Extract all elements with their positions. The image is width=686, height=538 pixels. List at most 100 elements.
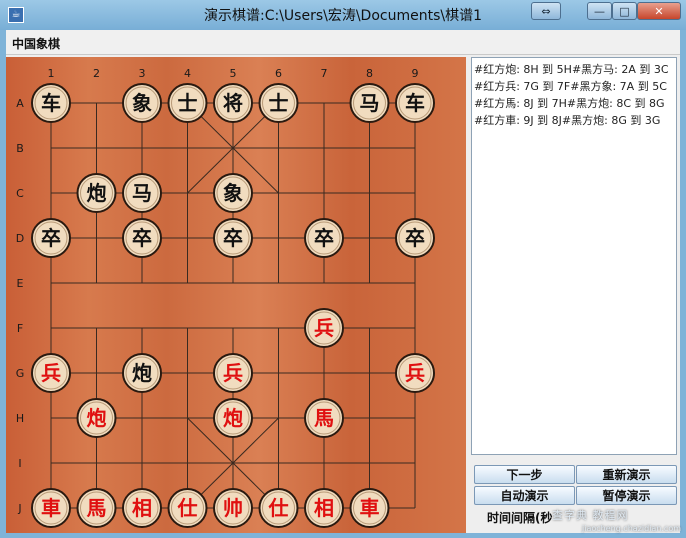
row-label: D [16,232,24,245]
app-window: ☕ 演示棋谱:C:\Users\宏涛\Documents\棋谱1 ⇔ — □ ✕… [0,0,686,538]
column-label: 9 [412,67,419,80]
board-svg[interactable]: 1 2 3 4 5 6 7 8 9ABCDEFGHIJ车象士将士马车炮马象卒卒卒卒卒兵兵炮兵兵炮… [6,57,466,533]
piece-label: 相 [314,496,334,520]
black-piece[interactable]: 象 [122,83,162,123]
black-piece[interactable]: 卒 [395,218,435,258]
row-label: C [16,187,24,200]
piece-label: 车 [405,91,425,115]
black-piece[interactable]: 象 [213,173,253,213]
column-label: 8 [366,67,373,80]
red-piece[interactable]: 炮 [76,398,117,438]
piece-label: 将 [223,91,243,115]
piece-label: 車 [41,496,61,520]
column-label: 6 [275,67,282,80]
piece-label: 馬 [314,406,334,430]
piece-label: 卒 [405,226,425,250]
red-piece[interactable]: 車 [349,488,390,528]
red-piece[interactable]: 馬 [76,488,117,528]
red-piece[interactable]: 兵 [304,308,344,348]
piece-label: 卒 [41,226,61,250]
log-line: #红方車: 9J 到 8J#黑方炮: 8G 到 3G [474,114,661,127]
minimize-button[interactable]: — [587,2,612,20]
black-piece[interactable]: 马 [122,173,162,213]
piece-label: 象 [223,181,243,205]
black-piece[interactable]: 士 [167,83,208,123]
piece-label: 帅 [223,496,243,520]
window-title: 演示棋谱:C:\Users\宏涛\Documents\棋谱1 [203,8,482,24]
move-log[interactable]: #红方炮: 8H 到 5H#黑方马: 2A 到 3C #红方兵: 7G 到 7F… [471,57,677,455]
piece-label: 马 [132,181,152,205]
piece-label: 兵 [405,361,425,385]
black-piece[interactable]: 卒 [122,218,162,258]
row-label: H [16,412,24,425]
row-label: E [17,277,24,290]
piece-label: 士 [269,91,289,115]
black-piece[interactable]: 车 [395,83,435,123]
restart-demo-button[interactable]: 重新演示 [576,465,677,484]
red-piece[interactable]: 馬 [304,398,344,438]
piece-label: 炮 [87,406,107,430]
red-piece[interactable]: 兵 [31,353,71,393]
row-label: I [18,457,21,470]
black-piece[interactable]: 马 [349,83,390,123]
chess-board[interactable]: 123456789ABCDEFGHIJ车象士将士马车炮马象卒卒卒卒卒兵兵炮兵兵炮… [6,57,466,533]
piece-label: 卒 [132,226,152,250]
piece-label: 卒 [223,226,243,250]
auto-demo-button[interactable]: 自动演示 [474,486,575,505]
piece-label: 炮 [132,361,152,385]
title-bar[interactable]: ☕ 演示棋谱:C:\Users\宏涛\Documents\棋谱1 ⇔ — □ ✕ [0,0,686,30]
piece-label: 仕 [268,496,289,520]
menu-bar: 中国象棋 [6,30,680,55]
piece-label: 車 [360,496,380,520]
black-piece[interactable]: 车 [31,83,71,123]
log-line: #红方馬: 8J 到 7H#黑方炮: 8C 到 8G [474,97,665,110]
red-piece[interactable]: 車 [31,488,71,528]
column-label: 2 [93,67,100,80]
piece-label: 相 [132,496,152,520]
red-piece[interactable]: 相 [122,488,162,528]
maximize-button[interactable]: □ [612,2,637,20]
main-content: 123456789ABCDEFGHIJ车象士将士马车炮马象卒卒卒卒卒兵兵炮兵兵炮… [6,55,680,533]
red-piece[interactable]: 炮 [213,398,253,438]
next-step-button[interactable]: 下一步 [474,465,575,484]
red-piece[interactable]: 兵 [395,353,435,393]
black-piece[interactable]: 士 [258,83,299,123]
red-piece[interactable]: 相 [304,488,344,528]
piece-label: 馬 [87,496,107,520]
black-piece[interactable]: 将 [213,83,253,123]
piece-label: 车 [41,91,61,115]
black-piece[interactable]: 卒 [31,218,71,258]
menu-chinese-chess[interactable]: 中国象棋 [12,35,60,52]
piece-label: 仕 [177,496,198,520]
black-piece[interactable]: 卒 [304,218,344,258]
column-label: 7 [321,67,328,80]
row-label: G [16,367,25,380]
watermark: 查字典 教程网 [552,509,629,522]
red-piece[interactable]: 帅 [213,488,253,528]
piece-label: 炮 [87,181,107,205]
close-button[interactable]: ✕ [637,2,681,20]
red-piece[interactable]: 仕 [258,488,299,528]
black-piece[interactable]: 炮 [122,353,162,393]
pause-demo-button[interactable]: 暂停演示 [576,486,677,505]
row-label: J [17,502,21,515]
piece-label: 炮 [223,406,243,430]
column-label: 5 [230,67,237,80]
piece-label: 马 [360,91,380,115]
piece-label: 兵 [41,361,61,385]
red-piece[interactable]: 仕 [167,488,208,528]
piece-label: 卒 [314,226,334,250]
side-panel: #红方炮: 8H 到 5H#黑方马: 2A 到 3C #红方兵: 7G 到 7F… [471,57,679,533]
row-label: F [17,322,23,335]
red-piece[interactable]: 兵 [213,353,253,393]
log-line: #红方炮: 8H 到 5H#黑方马: 2A 到 3C [474,63,669,76]
row-label: B [16,142,24,155]
log-line: #红方兵: 7G 到 7F#黑方象: 7A 到 5C [474,80,667,93]
black-piece[interactable]: 炮 [76,173,117,213]
restore-button[interactable]: ⇔ [531,2,561,20]
piece-label: 象 [132,91,152,115]
interval-label: 时间间隔(秒 [487,511,553,525]
black-piece[interactable]: 卒 [213,218,253,258]
row-label: A [16,97,24,110]
column-label: 4 [184,67,191,80]
